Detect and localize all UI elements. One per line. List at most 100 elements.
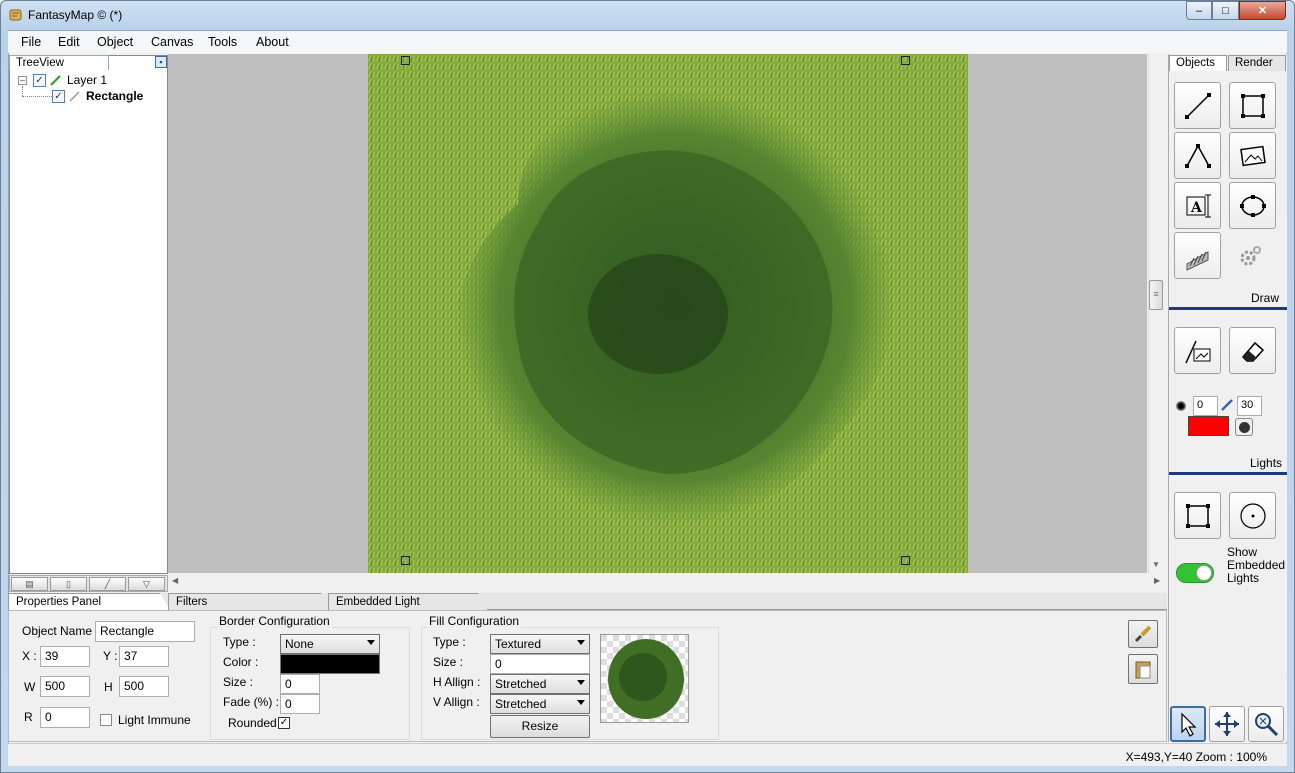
height-input[interactable]: 500: [119, 676, 169, 697]
line-tool-button[interactable]: [1174, 82, 1221, 129]
title-bar[interactable]: FantasyMap © (*) – □ ✕: [0, 0, 1295, 30]
line-icon: [1184, 92, 1211, 119]
scroll-right-icon[interactable]: ▶: [1154, 576, 1160, 585]
scroll-left-icon[interactable]: ◀: [172, 576, 178, 585]
w-label: W: [24, 680, 36, 694]
h-align-select[interactable]: Stretched: [490, 674, 590, 694]
border-color-swatch[interactable]: [280, 654, 380, 674]
gear-icon[interactable]: [1236, 242, 1264, 270]
texture-tool-button[interactable]: [1174, 232, 1221, 279]
tree-item-layer[interactable]: Layer 1: [67, 73, 107, 87]
tab-objects[interactable]: Objects: [1169, 55, 1227, 71]
scroll-down-icon[interactable]: ▼: [1152, 560, 1160, 569]
rounded-checkbox[interactable]: ✓: [278, 717, 290, 729]
menu-object[interactable]: Object: [97, 35, 133, 49]
menu-file[interactable]: File: [21, 35, 41, 49]
eraser-button[interactable]: [1229, 327, 1276, 374]
rectangle-tool-button[interactable]: [1229, 82, 1276, 129]
zoom-icon: [1255, 713, 1279, 737]
y-input[interactable]: 37: [119, 646, 169, 667]
collapse-icon[interactable]: –: [18, 76, 27, 85]
vertical-scrollbar[interactable]: [1148, 54, 1165, 573]
circle-icon: [1238, 421, 1250, 433]
resize-button[interactable]: Resize: [490, 715, 590, 738]
rectangle-visible-checkbox[interactable]: ✓: [52, 90, 65, 103]
eraser-icon: [1241, 341, 1264, 362]
r-label: R: [24, 710, 33, 724]
tab-filters[interactable]: Filters: [168, 593, 331, 610]
pencil-icon: [50, 74, 62, 86]
object-name-input[interactable]: Rectangle: [95, 621, 195, 642]
tree-view[interactable]: [9, 55, 168, 574]
brush-shape-button[interactable]: [1235, 418, 1253, 436]
map-canvas[interactable]: [368, 54, 968, 573]
embedded-lights-toggle[interactable]: [1176, 563, 1214, 583]
fill-type-select[interactable]: Textured: [490, 634, 590, 654]
border-fade-label: Fade (%) :: [223, 695, 280, 709]
fill-size-input[interactable]: 0: [490, 654, 590, 674]
tree-toolbar: ▤ ▯ ╱ ▽: [9, 575, 168, 592]
border-fade-input[interactable]: 0: [280, 694, 320, 714]
close-button[interactable]: ✕: [1239, 1, 1286, 20]
tab-render[interactable]: Render: [1228, 55, 1286, 71]
resize-handle-bl[interactable]: [401, 556, 410, 565]
move-up-button[interactable]: ╱: [89, 577, 126, 591]
move-down-button[interactable]: ▽: [128, 577, 165, 591]
light-color-swatch[interactable]: [1188, 416, 1229, 436]
menu-about[interactable]: About: [256, 35, 289, 49]
zoom-tool-button[interactable]: [1248, 706, 1284, 742]
scroll-thumb[interactable]: ≡: [1149, 280, 1163, 310]
texture-preview[interactable]: [600, 634, 689, 723]
menu-canvas[interactable]: Canvas: [151, 35, 193, 49]
minimize-button[interactable]: –: [1186, 1, 1212, 20]
border-config-title: Border Configuration: [217, 614, 332, 628]
add-layer-button[interactable]: ▤: [11, 577, 48, 591]
delete-button[interactable]: ▯: [50, 577, 87, 591]
layer-visible-checkbox[interactable]: ✓: [33, 74, 46, 87]
pin-icon[interactable]: ▪: [155, 56, 167, 68]
h-align-label: H Allign :: [433, 675, 481, 689]
maximize-button[interactable]: □: [1212, 1, 1239, 20]
text-tool-button[interactable]: A: [1174, 182, 1221, 229]
tab-treeview[interactable]: TreeView: [9, 55, 109, 70]
x-input[interactable]: 39: [40, 646, 90, 667]
paint-brush-button[interactable]: [1128, 620, 1158, 648]
brush-size-input[interactable]: 0: [1193, 396, 1218, 416]
horizontal-scrollbar[interactable]: [168, 573, 1165, 591]
resize-handle-tl[interactable]: [401, 56, 410, 65]
ellipse-tool-button[interactable]: [1229, 182, 1276, 229]
border-size-input[interactable]: 0: [280, 674, 320, 694]
polyline-tool-button[interactable]: [1174, 132, 1221, 179]
line-icon: [69, 90, 81, 102]
width-input[interactable]: 500: [40, 676, 90, 697]
light-paint-button[interactable]: [1174, 327, 1221, 374]
tree-item-rectangle[interactable]: Rectangle: [86, 89, 143, 103]
rect-light-icon: [1185, 503, 1210, 528]
y-label: Y :: [103, 649, 118, 663]
fill-type-label: Type :: [433, 635, 466, 649]
border-type-select[interactable]: None: [280, 634, 380, 654]
brush-icon: [1134, 625, 1152, 643]
brush-opacity-input[interactable]: 30: [1237, 396, 1262, 416]
border-color-label: Color :: [223, 655, 259, 669]
picture-icon: [1239, 145, 1266, 166]
menu-tools[interactable]: Tools: [208, 35, 237, 49]
fill-config-title: Fill Configuration: [427, 614, 522, 628]
resize-handle-br[interactable]: [901, 556, 910, 565]
point-light-button[interactable]: [1229, 492, 1276, 539]
image-tool-button[interactable]: [1229, 132, 1276, 179]
menu-edit[interactable]: Edit: [58, 35, 80, 49]
resize-handle-tr[interactable]: [901, 56, 910, 65]
paste-button[interactable]: [1128, 654, 1158, 684]
light-immune-checkbox[interactable]: [100, 714, 112, 726]
select-tool-button[interactable]: [1170, 706, 1206, 742]
menu-bar: File Edit Object Canvas Tools About: [8, 31, 1287, 53]
v-align-select[interactable]: Stretched: [490, 694, 590, 714]
pan-tool-button[interactable]: [1209, 706, 1245, 742]
rect-light-button[interactable]: [1174, 492, 1221, 539]
tab-embedded-light[interactable]: Embedded Light: [328, 593, 488, 610]
show-embedded-lights-label: Show Embedded Lights: [1227, 545, 1286, 585]
cursor-icon: [1181, 712, 1197, 737]
rotation-input[interactable]: 0: [40, 707, 90, 728]
tab-properties-panel[interactable]: Properties Panel: [8, 593, 170, 610]
